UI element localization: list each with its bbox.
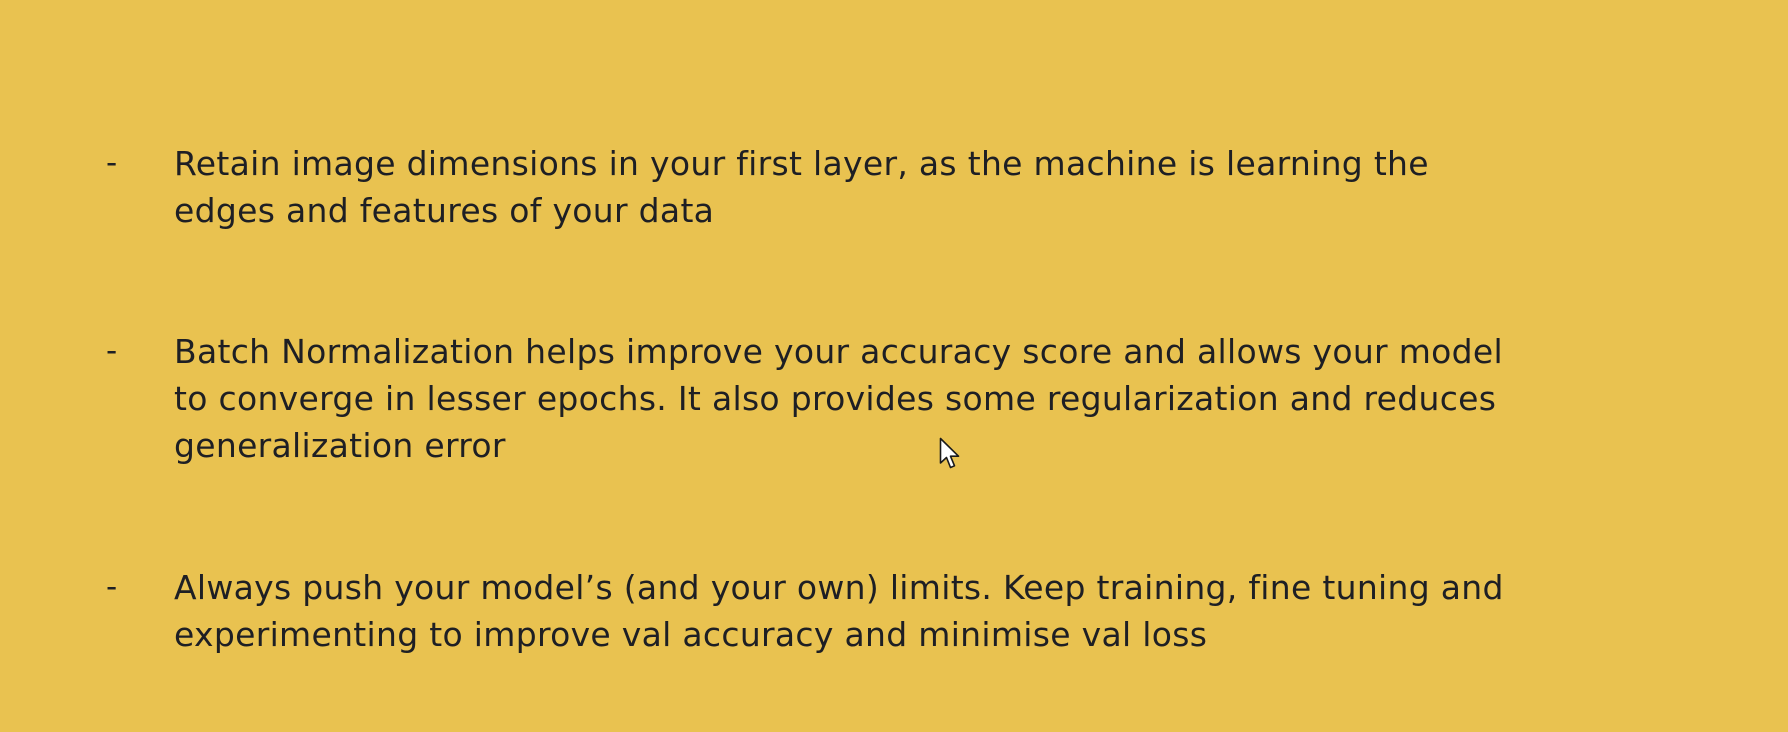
slide: - Retain image dimensions in your first … <box>0 0 1788 732</box>
bullet-line: to converge in lesser epochs. It also pr… <box>174 379 1497 418</box>
bullet-line: Batch Normalization helps improve your a… <box>174 332 1503 371</box>
bullet-line: edges and features of your data <box>174 191 715 230</box>
mouse-pointer-icon <box>939 437 960 469</box>
bullet-dash: - <box>106 145 118 181</box>
bullet-text: Retain image dimensions in your first la… <box>174 140 1604 234</box>
bullet-dash: - <box>106 333 118 369</box>
bullet-text: Batch Normalization helps improve your a… <box>174 328 1604 469</box>
bullet-line: experimenting to improve val accuracy an… <box>174 615 1208 654</box>
bullet-line: Always push your model’s (and your own) … <box>174 568 1504 607</box>
bullet-line: generalization error <box>174 426 506 465</box>
bullet-dash: - <box>106 569 118 605</box>
bullet-line: Retain image dimensions in your first la… <box>174 144 1429 183</box>
bullet-text: Always push your model’s (and your own) … <box>174 564 1604 658</box>
